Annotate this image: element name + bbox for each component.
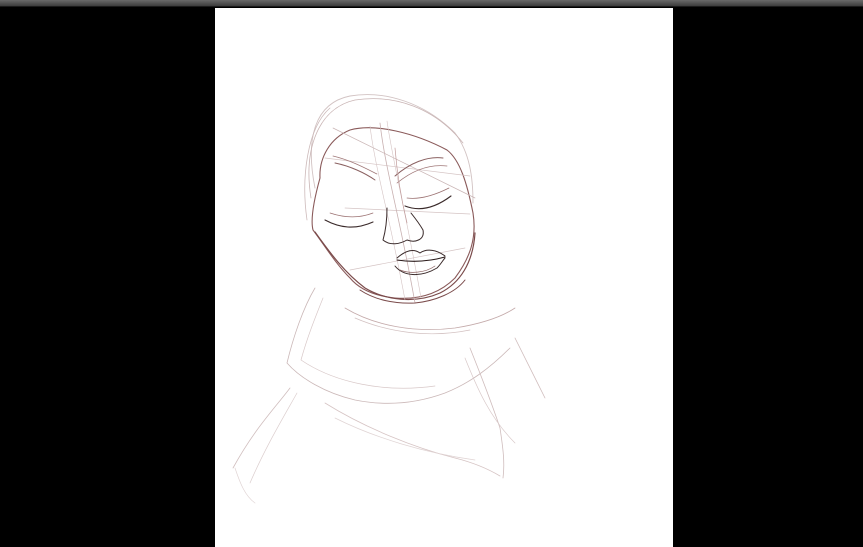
drawing-app-window xyxy=(0,0,863,547)
scarf-stroke xyxy=(300,297,436,389)
scarf-stroke xyxy=(514,337,546,399)
upper-lip-stroke xyxy=(396,249,446,259)
left-eyebrow-stroke xyxy=(334,162,376,181)
drawing-canvas[interactable] xyxy=(215,8,673,547)
hood-outline-stroke xyxy=(310,94,474,204)
coat-stroke xyxy=(234,467,256,504)
left-eye-stroke xyxy=(324,219,374,228)
right-eye-stroke xyxy=(406,187,450,199)
coat-stroke xyxy=(334,417,476,461)
nose-stroke xyxy=(382,207,424,245)
construction-line xyxy=(344,207,471,215)
coat-stroke xyxy=(249,392,298,484)
scarf-stroke xyxy=(344,307,516,330)
mouth-line-stroke xyxy=(396,256,446,262)
coat-stroke xyxy=(324,402,501,477)
right-eyebrow-stroke xyxy=(394,157,444,177)
left-eye-stroke xyxy=(329,212,374,218)
top-toolbar-edge xyxy=(0,0,863,7)
coat-stroke xyxy=(232,387,291,469)
construction-line xyxy=(369,125,406,301)
construction-line xyxy=(379,122,416,304)
left-eyebrow-stroke xyxy=(332,155,378,175)
right-eye-stroke xyxy=(404,195,452,210)
sketch-artwork xyxy=(232,94,546,504)
scarf-stroke xyxy=(469,347,505,479)
hood-outline-stroke xyxy=(304,107,331,221)
hood-outline-stroke xyxy=(308,98,464,199)
workspace-area[interactable] xyxy=(0,7,863,547)
